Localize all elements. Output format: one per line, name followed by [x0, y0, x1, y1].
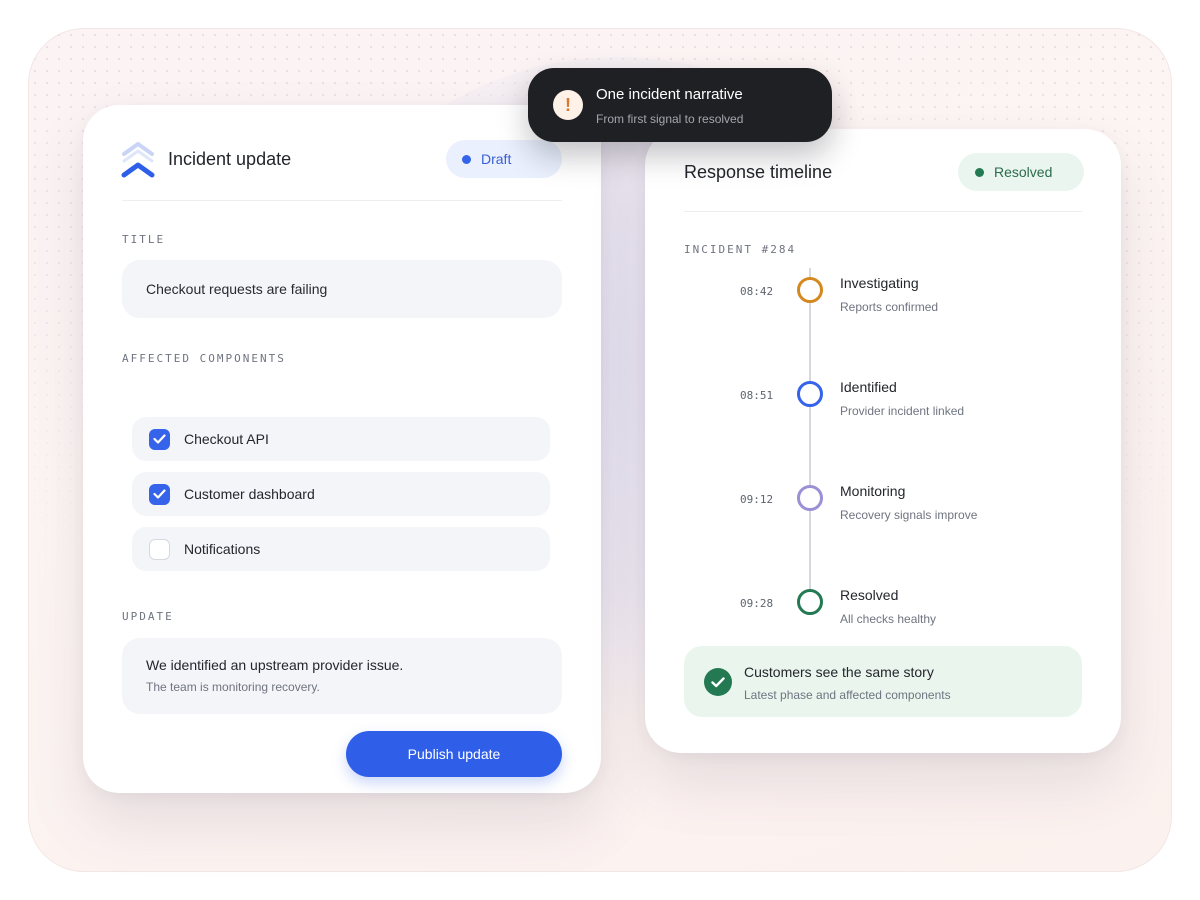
toast-title: One incident narrative	[596, 86, 743, 103]
phase-ring-icon	[797, 589, 823, 615]
title-input[interactable]: Checkout requests are failing	[122, 260, 562, 318]
status-dot	[975, 167, 984, 177]
banner-title: Customers see the same story	[744, 664, 934, 680]
timeline-event-resolved: 09:28 Resolved All checks healthy	[645, 579, 1121, 639]
component-label: Customer dashboard	[184, 486, 315, 502]
phase-ring-icon	[797, 277, 823, 303]
event-phase: Identified	[840, 379, 897, 395]
timeline-event-identified: 08:51 Identified Provider incident linke…	[645, 371, 1121, 431]
update-label: UPDATE	[122, 610, 174, 623]
update-subtext: The team is monitoring recovery.	[146, 680, 320, 694]
check-icon	[153, 489, 166, 499]
status-label: Draft	[481, 151, 512, 167]
component-checkout-api[interactable]: Checkout API	[132, 417, 550, 461]
check-circle-icon	[704, 668, 732, 696]
event-time: 09:12	[740, 493, 774, 506]
component-customer-dashboard[interactable]: Customer dashboard	[132, 472, 550, 516]
component-label: Notifications	[184, 541, 261, 557]
affected-components-label: AFFECTED COMPONENTS	[122, 352, 286, 365]
exclamation-icon: !	[553, 90, 583, 120]
incident-update-card: Incident update Draft TITLE Checkout req…	[83, 105, 601, 793]
incident-id-label: INCIDENT #284	[684, 243, 797, 256]
toast-subtitle: From first signal to resolved	[596, 112, 744, 126]
event-detail: Recovery signals improve	[840, 508, 978, 522]
event-time: 08:51	[740, 389, 774, 402]
phase-ring-icon	[797, 485, 823, 511]
check-icon	[153, 434, 166, 444]
banner-subtitle: Latest phase and affected components	[744, 688, 951, 702]
event-detail: All checks healthy	[840, 612, 937, 626]
status-label: Resolved	[994, 164, 1053, 180]
status-badge-draft[interactable]: Draft	[446, 140, 562, 178]
event-time: 08:42	[740, 285, 774, 298]
response-timeline-card: Response timeline Resolved INCIDENT #284…	[645, 129, 1121, 753]
component-notifications[interactable]: Notifications	[132, 527, 550, 571]
chevron-up-logo-icon	[121, 142, 155, 178]
header-divider	[684, 211, 1082, 212]
checkbox-checked[interactable]	[149, 428, 170, 450]
checkbox-checked[interactable]	[149, 483, 170, 505]
header-divider	[122, 200, 562, 201]
component-label: Checkout API	[184, 431, 269, 447]
status-badge-resolved[interactable]: Resolved	[958, 153, 1084, 191]
timeline-title: Response timeline	[684, 162, 833, 182]
checkbox-unchecked[interactable]	[149, 538, 170, 560]
event-phase: Monitoring	[840, 483, 906, 499]
publish-update-button[interactable]: Publish update	[346, 731, 562, 777]
update-text: We identified an upstream provider issue…	[146, 657, 404, 673]
timeline-event-investigating: 08:42 Investigating Reports confirmed	[645, 267, 1121, 327]
event-phase: Resolved	[840, 587, 899, 603]
event-phase: Investigating	[840, 275, 919, 291]
update-textarea[interactable]: We identified an upstream provider issue…	[122, 638, 562, 714]
narrative-toast: ! One incident narrative From first sign…	[528, 68, 832, 142]
title-label: TITLE	[122, 233, 166, 246]
card-title: Incident update	[168, 149, 292, 169]
status-dot	[462, 154, 471, 164]
phase-ring-icon	[797, 381, 823, 407]
event-detail: Provider incident linked	[840, 404, 965, 418]
customer-story-banner: Customers see the same story Latest phas…	[684, 646, 1082, 717]
timeline-event-monitoring: 09:12 Monitoring Recovery signals improv…	[645, 475, 1121, 535]
event-detail: Reports confirmed	[840, 300, 939, 314]
event-time: 09:28	[740, 597, 774, 610]
